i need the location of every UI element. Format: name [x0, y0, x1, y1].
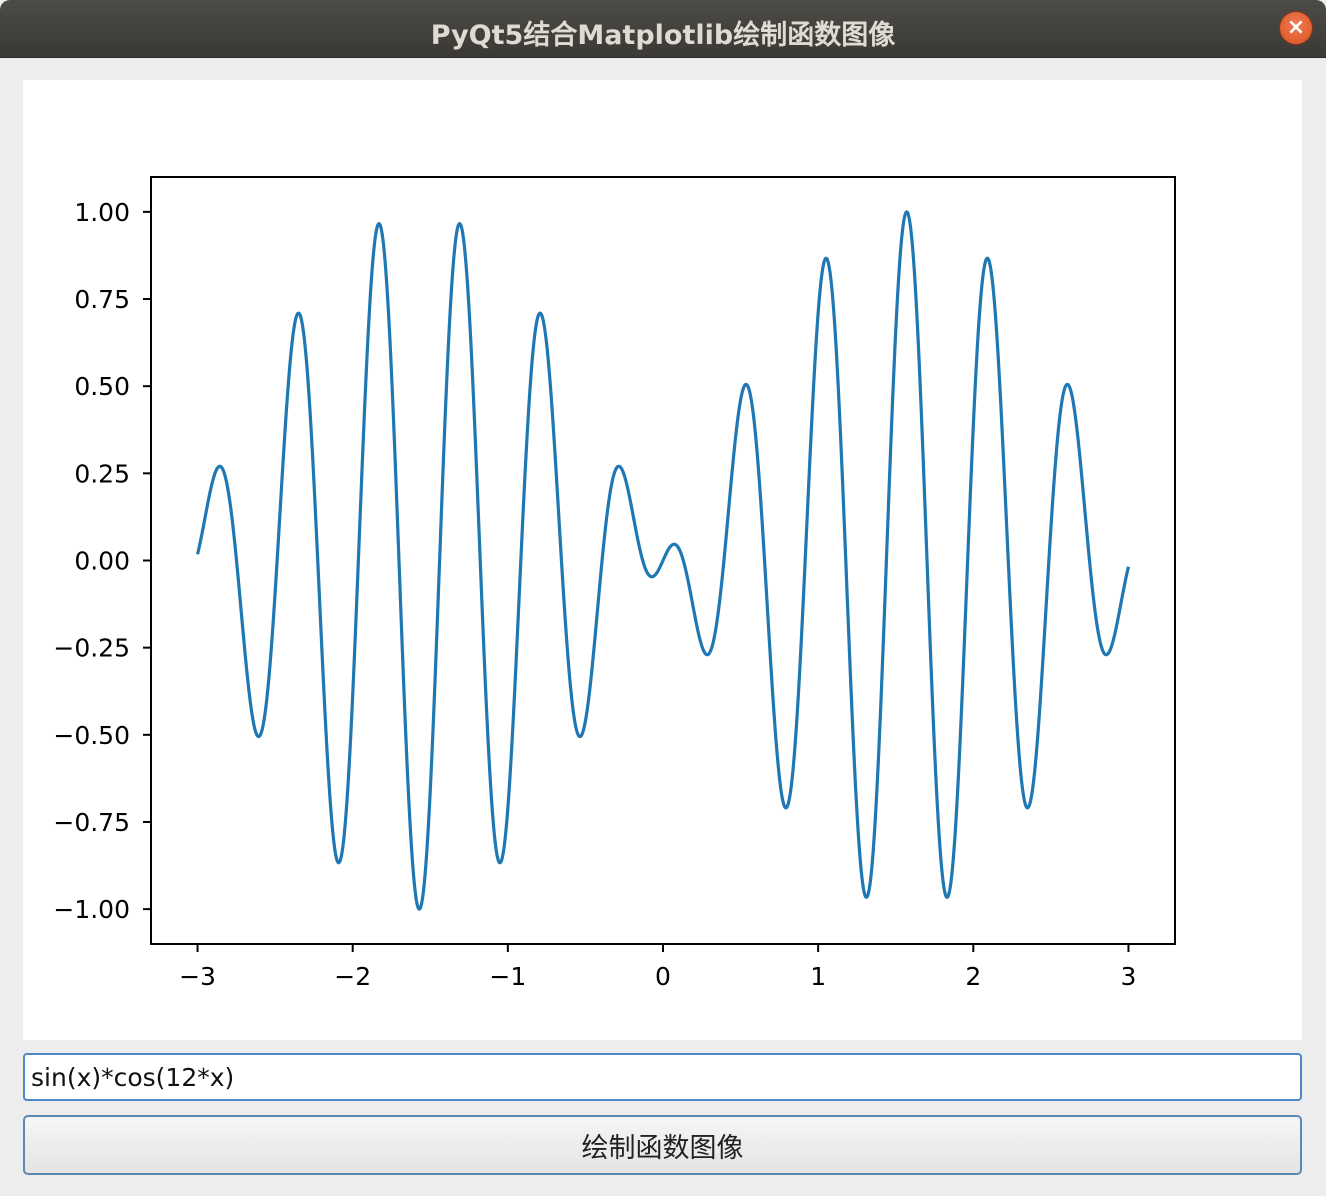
y-tick-label: 0.75 — [74, 285, 130, 314]
y-tick-label: −1.00 — [53, 895, 130, 924]
x-tick-label: −1 — [489, 962, 526, 991]
y-tick-label: 0.50 — [74, 372, 130, 401]
window-titlebar: PyQt5结合Matplotlib绘制函数图像 × — [0, 0, 1326, 58]
x-tick-label: −2 — [334, 962, 371, 991]
x-tick-label: 2 — [965, 962, 981, 991]
y-tick-label: −0.75 — [53, 808, 130, 837]
series-line — [195, 210, 1131, 911]
close-icon[interactable]: × — [1280, 12, 1312, 44]
function-plot: −3 −2 −1 0 1 2 3 −1.00 −0.75 −0.50 −0.25 0.00 0.25 0.… — [53, 176, 1176, 991]
x-tick-label: −3 — [179, 962, 216, 991]
y-tick-label: −0.50 — [53, 721, 130, 750]
y-tick-label: 0.25 — [74, 459, 130, 488]
plot-canvas: −3 −2 −1 0 1 2 3 −1.00 −0.75 −0.50 −0.25 0.00 0.25 0.… — [23, 80, 1302, 1040]
x-tick-label: 0 — [655, 962, 671, 991]
y-tick-label: 0.00 — [74, 547, 130, 576]
x-tick-label: 3 — [1121, 962, 1137, 991]
y-tick-label: −0.25 — [53, 634, 130, 663]
window-title: PyQt5结合Matplotlib绘制函数图像 — [430, 20, 896, 51]
y-tick-label: 1.00 — [74, 198, 130, 227]
function-input[interactable] — [23, 1053, 1302, 1101]
plot-function-button[interactable]: 绘制函数图像 — [23, 1115, 1302, 1175]
x-tick-label: 1 — [810, 962, 826, 991]
